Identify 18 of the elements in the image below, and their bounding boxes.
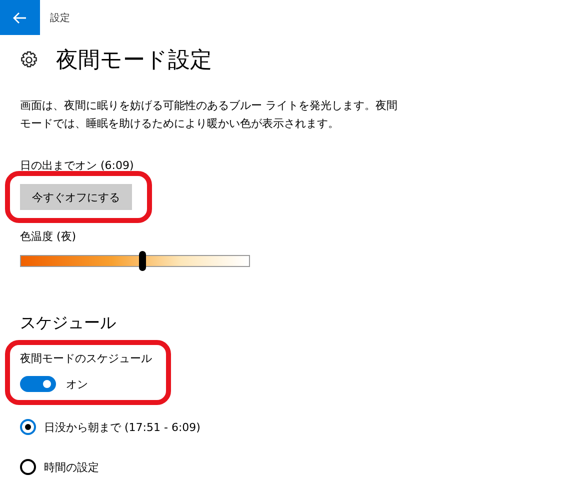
section-heading: スケジュール — [20, 313, 117, 334]
gear-icon — [20, 51, 38, 69]
schedule-toggle[interactable] — [20, 376, 56, 392]
description-text: 画面は、夜間に眠りを妨げる可能性のあるブルー ライトを発光します。夜間モードでは、睡眠を助けるためにより暖かい色が表示されます。 — [20, 98, 398, 132]
color-temperature-slider[interactable] — [20, 251, 250, 271]
radio-label[interactable]: 日没から朝まで (17:51 - 6:09) — [44, 420, 200, 434]
toggle-label: 夜間モードのスケジュール — [20, 351, 152, 366]
page-title: 夜間モード設定 — [56, 47, 212, 75]
slider-label: 色温度 (夜) — [20, 229, 78, 244]
back-arrow-icon — [13, 12, 27, 24]
radio-button[interactable] — [20, 419, 36, 435]
toggle-state-text: オン — [66, 376, 88, 392]
window-title: 設定 — [50, 12, 70, 24]
radio-button[interactable] — [20, 459, 36, 475]
turn-off-button[interactable]: 今すぐオフにする — [20, 184, 132, 210]
status-text: 日の出までオン (6:09) — [20, 158, 134, 173]
radio-label[interactable]: 時間の設定 — [44, 460, 99, 474]
slider-thumb[interactable] — [138, 251, 146, 271]
